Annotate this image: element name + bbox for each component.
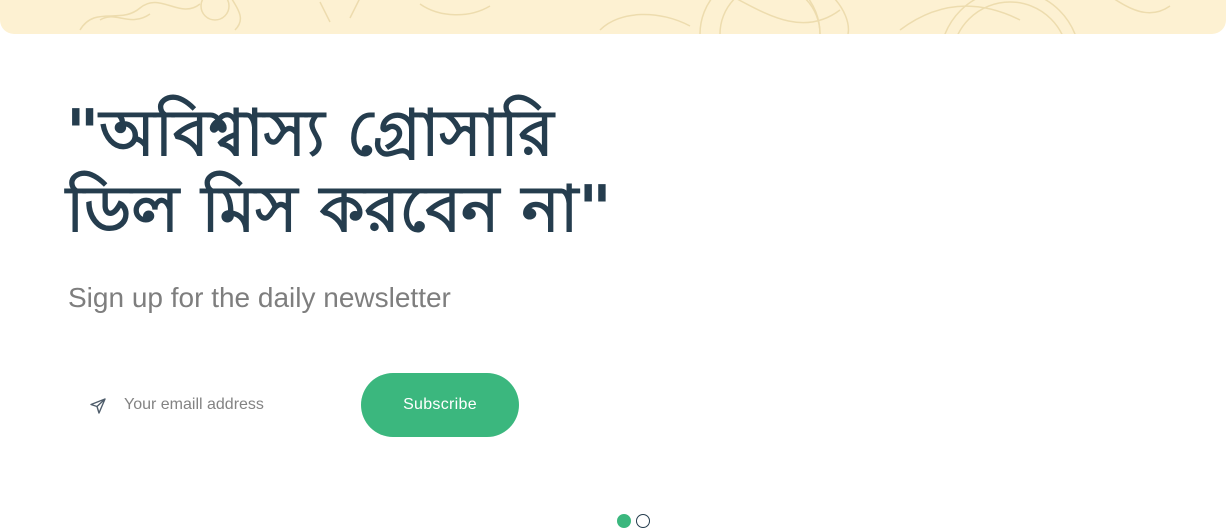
hero-headline: "অবিশ্বাস্য গ্রোসারি ডিল মিস করবেন না" [66, 96, 786, 248]
newsletter-form: Subscribe [68, 373, 520, 437]
hero-headline-line2: ডিল মিস করবেন না" [66, 173, 612, 247]
top-banner [0, 0, 1226, 34]
slider-pagination [617, 514, 650, 530]
send-icon [89, 397, 107, 415]
email-input[interactable] [124, 391, 344, 419]
subscribe-button[interactable]: Subscribe [361, 373, 519, 437]
slider-dot-1[interactable] [617, 514, 631, 528]
hero-headline-line1: "অবিশ্বাস্য গ্রোসারি [66, 97, 554, 171]
banner-decoration [79, 0, 1171, 34]
hero-subtitle: Sign up for the daily newsletter [68, 282, 451, 313]
slider-dot-2[interactable] [636, 514, 650, 528]
